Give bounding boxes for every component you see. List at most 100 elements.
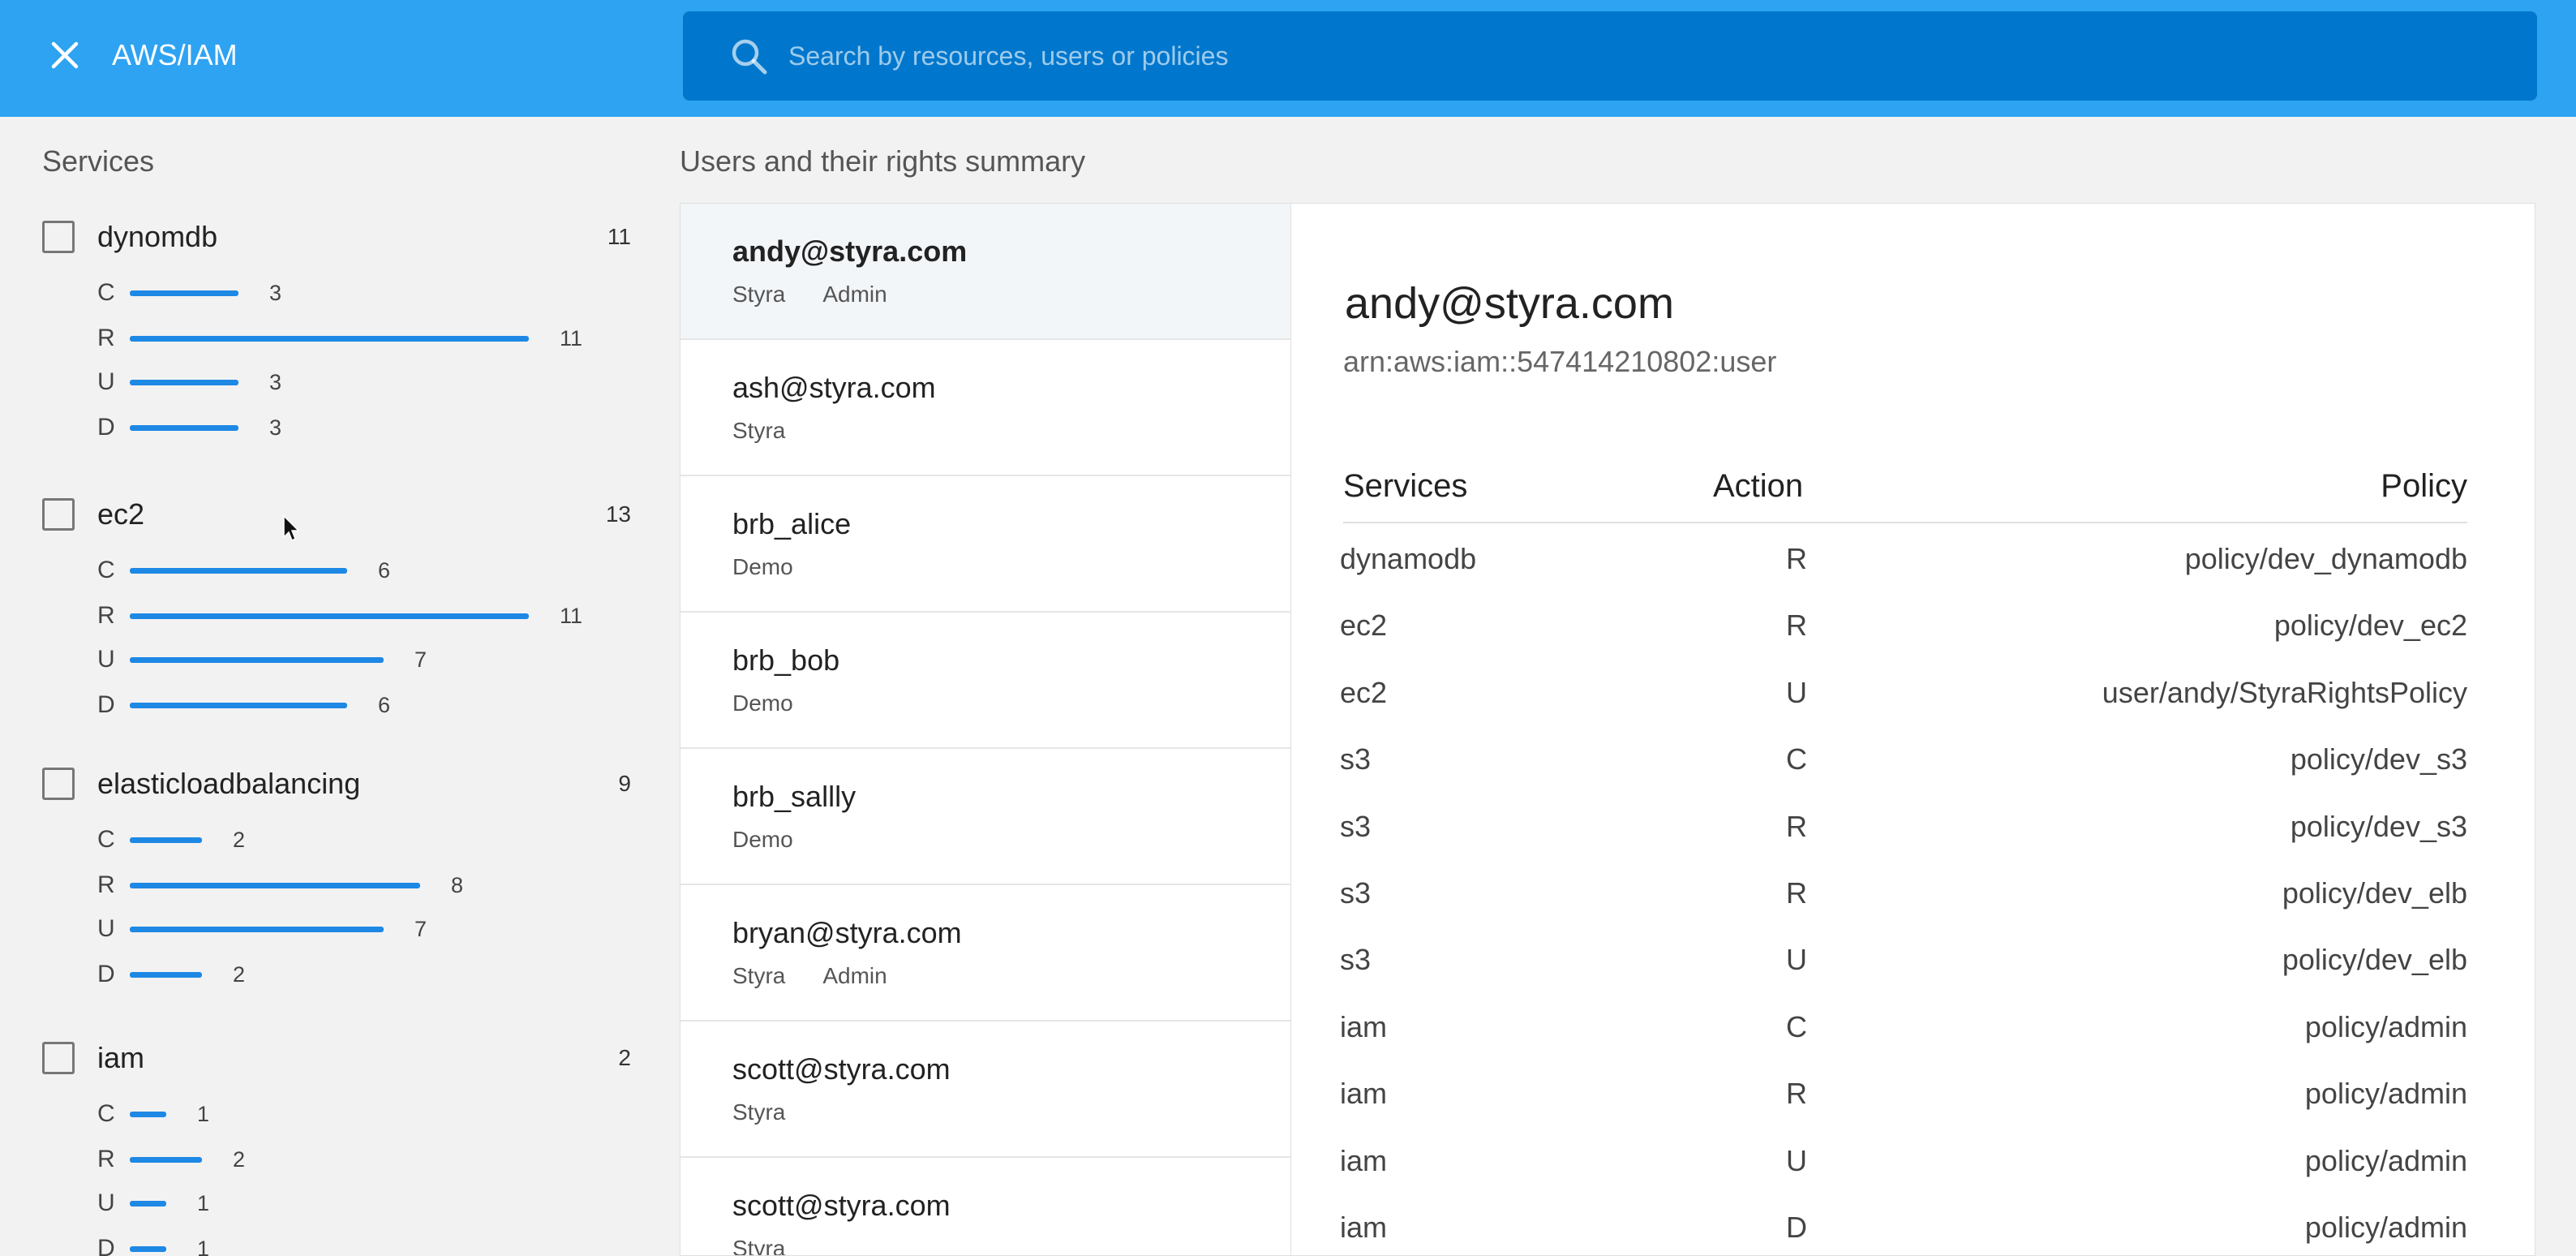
table-row: dynamodb Rpolicy/dev_dynamodb — [1340, 535, 2467, 601]
crud-bar — [130, 1246, 166, 1252]
service-row[interactable]: elasticloadbalancing 9 — [0, 759, 649, 808]
row-service: iam — [1340, 1009, 1388, 1043]
rights-table-header: Services Action Policy — [1343, 468, 2467, 523]
crud-bar — [130, 380, 238, 385]
crud-bar — [130, 1201, 166, 1207]
row-service: iam — [1340, 1211, 1388, 1244]
row-action: R — [1786, 1077, 1807, 1111]
user-arn: arn:aws:iam::547414210802:user — [1343, 345, 1777, 378]
crud-count: 8 — [451, 873, 464, 897]
table-row: iam Cpolicy/admin — [1340, 1003, 2467, 1069]
service-name: ec2 — [97, 497, 145, 531]
crud-letter: D — [97, 414, 115, 441]
row-service: iam — [1340, 1143, 1388, 1177]
crud-bar — [130, 837, 202, 843]
user-list-item[interactable]: andy@styra.com Styra Admin — [680, 204, 1290, 340]
user-tags: Demo — [732, 690, 793, 716]
user-tag: Demo — [732, 690, 793, 716]
crud-letter: C — [97, 557, 115, 583]
crud-count: 2 — [233, 962, 246, 987]
crud-bar — [130, 972, 202, 978]
user-list-item[interactable]: scott@styra.com Styra — [680, 1158, 1290, 1256]
service-checkbox[interactable] — [42, 498, 75, 531]
row-action: C — [1786, 742, 1807, 776]
row-policy[interactable]: policy/dev_ec2 — [2274, 601, 2467, 650]
crud-row-u: U7 — [0, 643, 649, 676]
user-name: andy@styra.com — [732, 234, 968, 268]
crud-row-r: R 11 — [0, 322, 649, 355]
crud-row-c: C3 — [0, 277, 649, 309]
users-heading: Users and their rights summary — [680, 144, 1086, 178]
close-icon[interactable] — [42, 32, 88, 78]
user-tags: Demo — [732, 827, 793, 853]
crud-row-r: R8 — [0, 869, 649, 901]
service-row[interactable]: iam 2 — [0, 1034, 649, 1082]
service-total-count: 11 — [607, 224, 631, 249]
table-row: iam Rpolicy/admin — [1340, 1069, 2467, 1136]
row-policy[interactable]: user/andy/StyraRightsPolicy — [2102, 669, 2467, 717]
user-name: brb_sallly — [732, 780, 857, 813]
search-input[interactable] — [788, 28, 2492, 84]
service-checkbox[interactable] — [42, 1042, 75, 1074]
user-list-item[interactable]: brb_alice Demo — [680, 476, 1290, 613]
crud-count: 11 — [560, 326, 583, 351]
user-list-item[interactable]: brb_bob Demo — [680, 613, 1290, 749]
user-list-item[interactable]: ash@styra.com Styra — [680, 340, 1290, 476]
crud-row-u: U1 — [0, 1187, 649, 1219]
row-policy[interactable]: policy/dev_elb — [2282, 869, 2467, 918]
service-group: ec2 13 C 6 R 11 U 7 D 6 — [0, 490, 649, 718]
user-name: ash@styra.com — [732, 371, 936, 404]
row-action: R — [1786, 809, 1807, 843]
service-row[interactable]: ec2 13 — [0, 490, 649, 539]
crud-count: 6 — [378, 693, 391, 717]
user-list-item[interactable]: brb_sallly Demo — [680, 749, 1290, 885]
app-header: AWS/IAM — [0, 0, 2576, 117]
row-policy[interactable]: policy/dev_s3 — [2290, 802, 2467, 851]
row-policy[interactable]: policy/admin — [2305, 1137, 2467, 1185]
service-name: iam — [97, 1041, 145, 1074]
table-row: s3 Rpolicy/dev_s3 — [1340, 802, 2467, 869]
service-group: iam 2 C 1 R 2 U 1 D 1 — [0, 1034, 649, 1256]
crud-letter: R — [97, 602, 115, 629]
crud-bar — [130, 425, 238, 431]
user-tag: Demo — [732, 554, 793, 579]
crud-bar — [130, 336, 529, 342]
crud-count: 1 — [197, 1102, 210, 1126]
user-tags: Styra Admin — [732, 963, 887, 989]
user-tags: Styra — [732, 1236, 786, 1256]
row-action: U — [1786, 675, 1807, 709]
row-policy[interactable]: policy/dev_s3 — [2290, 735, 2467, 784]
row-action: U — [1786, 1143, 1807, 1177]
row-policy[interactable]: policy/dev_elb — [2282, 936, 2467, 984]
row-policy[interactable]: policy/admin — [2305, 1003, 2467, 1052]
user-tag: Styra — [732, 1236, 786, 1256]
user-list-item[interactable]: bryan@styra.com Styra Admin — [680, 885, 1290, 1022]
user-list-item[interactable]: scott@styra.com Styra — [680, 1022, 1290, 1158]
row-policy[interactable]: policy/admin — [2305, 1203, 2467, 1252]
crud-row-r: R2 — [0, 1143, 649, 1176]
service-checkbox[interactable] — [42, 221, 75, 253]
user-tag: Admin — [822, 282, 887, 307]
crud-row-d: D1 — [0, 1232, 649, 1256]
service-total-count: 13 — [605, 501, 631, 527]
crud-letter: C — [97, 826, 115, 853]
search-bar[interactable] — [683, 11, 2537, 101]
table-row: s3 Upolicy/dev_elb — [1340, 936, 2467, 1002]
row-action: R — [1786, 609, 1807, 643]
crud-bar — [130, 703, 347, 708]
service-checkbox[interactable] — [42, 768, 75, 800]
crud-letter: D — [97, 691, 115, 718]
column-header-policy: Policy — [2381, 468, 2467, 504]
crud-bar — [130, 568, 347, 574]
users-list: andy@styra.com Styra Admin ash@styra.com Sty… — [680, 203, 1291, 1256]
row-policy[interactable]: policy/dev_dynamodb — [2185, 535, 2467, 583]
row-policy[interactable]: policy/admin — [2305, 1069, 2467, 1118]
crud-letter: D — [97, 1235, 115, 1256]
user-name: scott@styra.com — [732, 1052, 951, 1086]
sidebar-heading: Services — [42, 144, 155, 178]
table-row: s3 Rpolicy/dev_elb — [1340, 869, 2467, 936]
service-row[interactable]: dynomdb 11 — [0, 213, 649, 261]
table-row: iam Upolicy/admin — [1340, 1137, 2467, 1203]
user-tags: Styra — [732, 1099, 785, 1125]
row-action: R — [1786, 876, 1807, 910]
